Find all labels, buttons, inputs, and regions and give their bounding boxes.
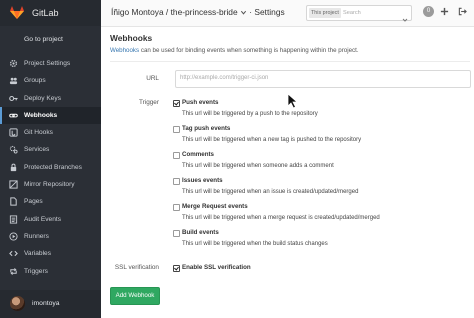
trigger-description: This url will be triggered when an issue… [182,189,359,195]
page-title: Webhooks [110,33,153,43]
sidebar-item-label: Pages [24,198,43,206]
add-webhook-button[interactable]: Add Webhook [110,287,160,305]
chevron-down-icon[interactable] [240,8,247,15]
key-icon [9,94,18,103]
sign-out-icon[interactable] [458,7,467,16]
build-events-checkbox[interactable] [173,230,180,237]
sidebar-item-webhooks[interactable]: Webhooks [0,106,101,125]
ssl-option-label[interactable]: Enable SSL verification [182,264,251,271]
sidebar-item-label: Groups [24,77,46,85]
search-scope-chip[interactable]: This project [309,8,341,18]
trigger-description: This url will be triggered when someone … [182,163,334,169]
link-icon [9,111,18,120]
sidebar-item-pages[interactable]: Pages [0,193,101,210]
sidebar-item-audit-events[interactable]: Audit Events [0,211,101,228]
url-placeholder: http://example.com/trigger-ci.json [180,75,269,81]
git-hook-icon [9,128,18,137]
code-icon [9,249,18,258]
section-title: · Settings [249,7,285,17]
trigger-description: This url will be triggered when a merge … [182,215,380,221]
sidebar-item-runners[interactable]: Runners [0,228,101,245]
ssl-verification-checkbox[interactable] [173,265,180,272]
sidebar-item-protected-branches[interactable]: Protected Branches [0,159,101,176]
merge-request-events-checkbox[interactable] [173,204,180,211]
sidebar-item-label: Services [24,146,50,154]
sidebar-item-project-settings[interactable]: Project Settings [0,55,101,72]
sidebar-item-label: Variables [24,250,51,258]
gear-icon [9,59,18,68]
trigger-title[interactable]: Push events [182,99,218,106]
sidebar-nav: Project Settings Groups Deploy Keys Webh… [0,55,101,280]
chevron-down-icon[interactable] [402,10,408,22]
sidebar-item-services[interactable]: Services [0,141,101,158]
tag-push-events-checkbox[interactable] [173,126,180,133]
sidebar-item-label: Deploy Keys [24,94,62,102]
sidebar-item-groups[interactable]: Groups [0,72,101,89]
gitlab-logo-icon[interactable] [10,6,24,19]
sidebar-brand[interactable]: GitLab [0,0,101,26]
trigger-description: This url will be triggered by a push to … [182,111,318,117]
trigger-description: This url will be triggered when the buil… [182,241,328,247]
mouse-pointer-icon [287,93,299,109]
top-header: Íñigo Montoya / the-princess-bride · Set… [101,0,474,27]
sidebar-item-variables[interactable]: Variables [0,245,101,262]
url-label: URL [146,75,159,82]
list-icon [9,215,18,224]
sidebar-item-label: Project Settings [24,60,71,67]
trigger-description: This url will be triggered when a new ta… [182,137,362,143]
trigger-label: Trigger [138,99,159,106]
avatar[interactable] [10,296,25,311]
sidebar-item-label: Audit Events [24,215,62,223]
sidebar-item-label: Mirror Repository [24,181,75,189]
project-title[interactable]: Íñigo Montoya / the-princess-bride [111,7,238,17]
sidebar-item-mirror-repository[interactable]: Mirror Repository [0,176,101,193]
comments-checkbox[interactable] [173,152,180,159]
sidebar-item-label: Triggers [24,267,48,275]
issues-events-checkbox[interactable] [173,178,180,185]
sidebar-item-triggers[interactable]: Triggers [0,263,101,280]
username: imontoya [32,300,60,307]
sidebar-item-deploy-keys[interactable]: Deploy Keys [0,90,101,107]
divider [110,61,470,62]
file-icon [9,197,18,206]
retweet-icon [9,267,18,276]
main-content: Webhooks Webhooks can be used for bindin… [101,27,474,318]
page-breadcrumb: Íñigo Montoya / the-princess-bride · Set… [111,7,285,17]
webhooks-description: Webhooks can be used for binding events … [110,47,359,54]
go-to-project-link[interactable]: Go to project [24,36,63,43]
url-input[interactable]: http://example.com/trigger-ci.json [175,70,471,88]
user-menu[interactable]: imontoya [0,290,101,318]
trigger-title[interactable]: Merge Request events [182,203,248,210]
trigger-title[interactable]: Tag push events [182,125,230,132]
ssl-verification-label: SSL verification [114,264,159,271]
search-placeholder: Search [343,10,361,16]
push-events-checkbox[interactable] [173,100,180,107]
cogs-icon [9,145,18,155]
todos-counter-badge[interactable]: 0 [423,6,434,17]
trigger-title[interactable]: Issues events [182,177,223,184]
trigger-title[interactable]: Build events [182,229,219,236]
play-icon [9,232,18,241]
brand-name: GitLab [32,8,59,18]
webhooks-help-link[interactable]: Webhooks [110,47,139,54]
sidebar-item-label: Protected Branches [24,163,82,171]
webhooks-description-text: can be used for binding events when some… [139,47,359,54]
mirror-icon [9,180,18,189]
group-icon [9,76,18,85]
sidebar-item-label: Webhooks [24,111,58,119]
search-input[interactable]: This project Search [306,5,412,22]
plus-icon[interactable] [440,7,449,16]
lock-icon [9,163,18,172]
sidebar-item-git-hooks[interactable]: Git Hooks [0,124,101,141]
sidebar-item-label: Runners [24,232,49,240]
sidebar: GitLab Go to project Project Settings Gr… [0,0,101,318]
sidebar-item-label: Git Hooks [24,129,53,137]
trigger-title[interactable]: Comments [182,151,214,158]
